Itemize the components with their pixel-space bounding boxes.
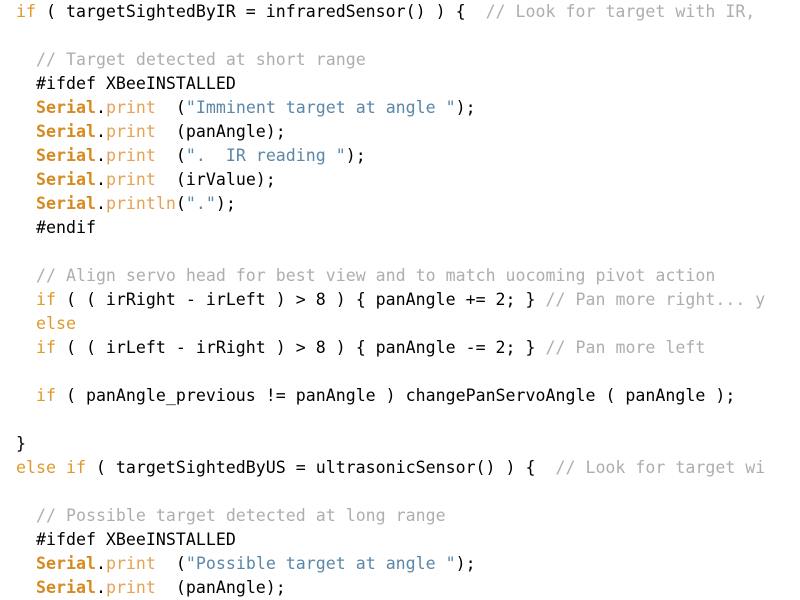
code-token-object: Serial [36, 554, 96, 573]
code-token-preproc: #ifdef XBeeINSTALLED [36, 530, 236, 549]
code-line[interactable]: Serial.print (panAngle); [0, 576, 800, 600]
code-line[interactable]: if ( ( irLeft - irRight ) > 8 ) { panAng… [0, 336, 800, 360]
code-token-object: Serial [36, 122, 96, 141]
code-token-plain: ( [155, 146, 186, 165]
code-token-plain: (irValue); [155, 170, 276, 189]
code-line[interactable]: Serial.print (irValue); [0, 168, 800, 192]
code-line[interactable] [0, 24, 800, 48]
code-token-string: "Possible target at angle " [185, 554, 456, 573]
code-token-plain: . [95, 170, 106, 189]
code-token-plain: ( panAngle_previous != panAngle ) change… [55, 386, 736, 405]
code-token-plain: ( ( irLeft - irRight ) > 8 ) { panAngle … [55, 338, 546, 357]
code-token-comment: // Target detected at short range [36, 50, 366, 69]
code-token-method: print [105, 554, 156, 573]
code-token-keyword: if [36, 290, 56, 309]
code-token-plain: . [95, 122, 106, 141]
code-token-object: Serial [36, 194, 96, 213]
code-line[interactable]: // Align servo head for best view and to… [0, 264, 800, 288]
code-token-object: Serial [36, 170, 96, 189]
code-line[interactable]: #ifdef XBeeINSTALLED [0, 528, 800, 552]
code-line[interactable]: if ( targetSightedByIR = infraredSensor(… [0, 0, 800, 24]
code-token-plain: . [95, 194, 106, 213]
code-token-keyword: if [16, 2, 36, 21]
code-token-comment: // Look for target wi [555, 458, 766, 477]
code-token-keyword: else if [16, 458, 86, 477]
code-line[interactable]: else [0, 312, 800, 336]
code-token-preproc: #endif [36, 218, 96, 237]
code-token-method: print [105, 578, 156, 597]
code-token-plain: ( targetSightedByUS = ultrasonicSensor()… [85, 458, 556, 477]
code-line[interactable]: Serial.print ("Possible target at angle … [0, 552, 800, 576]
code-token-object: Serial [36, 98, 96, 117]
code-token-plain: ( [155, 98, 186, 117]
code-token-object: Serial [36, 578, 96, 597]
code-line[interactable]: Serial.print ("Imminent target at angle … [0, 96, 800, 120]
code-token-plain: ); [455, 554, 476, 573]
code-token-plain: ( [175, 194, 186, 213]
code-line[interactable]: // Possible target detected at long rang… [0, 504, 800, 528]
code-line[interactable] [0, 480, 800, 504]
code-token-comment: // Pan more right... y [545, 290, 766, 309]
code-token-comment: // Pan more left [545, 338, 706, 357]
code-token-object: Serial [36, 146, 96, 165]
code-line[interactable]: if ( panAngle_previous != panAngle ) cha… [0, 384, 800, 408]
code-token-plain: . [95, 98, 106, 117]
code-token-method: print [105, 170, 156, 189]
code-line[interactable]: } [0, 432, 800, 456]
code-token-plain: . [95, 578, 106, 597]
code-token-method: println [105, 194, 176, 213]
code-viewer[interactable]: if ( targetSightedByIR = infraredSensor(… [0, 0, 800, 600]
code-token-comment: // Look for target with IR, [485, 2, 756, 21]
code-token-plain: ( ( irRight - irLeft ) > 8 ) { panAngle … [55, 290, 546, 309]
code-token-keyword: if [36, 338, 56, 357]
code-token-method: print [105, 98, 156, 117]
code-token-method: print [105, 146, 156, 165]
code-line[interactable] [0, 240, 800, 264]
code-token-plain: ); [215, 194, 236, 213]
code-line[interactable] [0, 360, 800, 384]
code-line[interactable]: #ifdef XBeeINSTALLED [0, 72, 800, 96]
code-token-comment: // Possible target detected at long rang… [36, 506, 446, 525]
code-token-plain: (panAngle); [155, 578, 286, 597]
code-token-comment: // Align servo head for best view and to… [36, 266, 716, 285]
code-line[interactable]: #endif [0, 216, 800, 240]
code-line[interactable]: Serial.print (". IR reading "); [0, 144, 800, 168]
code-line[interactable]: else if ( targetSightedByUS = ultrasonic… [0, 456, 800, 480]
code-token-keyword: if [36, 386, 56, 405]
code-token-plain: } [16, 434, 26, 453]
code-token-string: ". IR reading " [185, 146, 346, 165]
code-block[interactable]: if ( targetSightedByIR = infraredSensor(… [0, 0, 800, 600]
code-token-preproc: #ifdef XBeeINSTALLED [36, 74, 236, 93]
code-token-plain: ); [345, 146, 366, 165]
code-token-string: "Imminent target at angle " [185, 98, 456, 117]
code-token-plain: . [95, 554, 106, 573]
code-line[interactable]: // Target detected at short range [0, 48, 800, 72]
code-token-method: print [105, 122, 156, 141]
code-token-plain: ); [455, 98, 476, 117]
code-line[interactable]: Serial.println("."); [0, 192, 800, 216]
code-line[interactable] [0, 408, 800, 432]
code-token-plain: . [95, 146, 106, 165]
code-token-plain: ( [155, 554, 186, 573]
code-line[interactable]: Serial.print (panAngle); [0, 120, 800, 144]
code-line[interactable]: if ( ( irRight - irLeft ) > 8 ) { panAng… [0, 288, 800, 312]
code-token-plain: ( targetSightedByIR = infraredSensor() )… [35, 2, 486, 21]
code-token-string: "." [185, 194, 216, 213]
code-token-keyword: else [36, 314, 76, 333]
code-token-plain: (panAngle); [155, 122, 286, 141]
